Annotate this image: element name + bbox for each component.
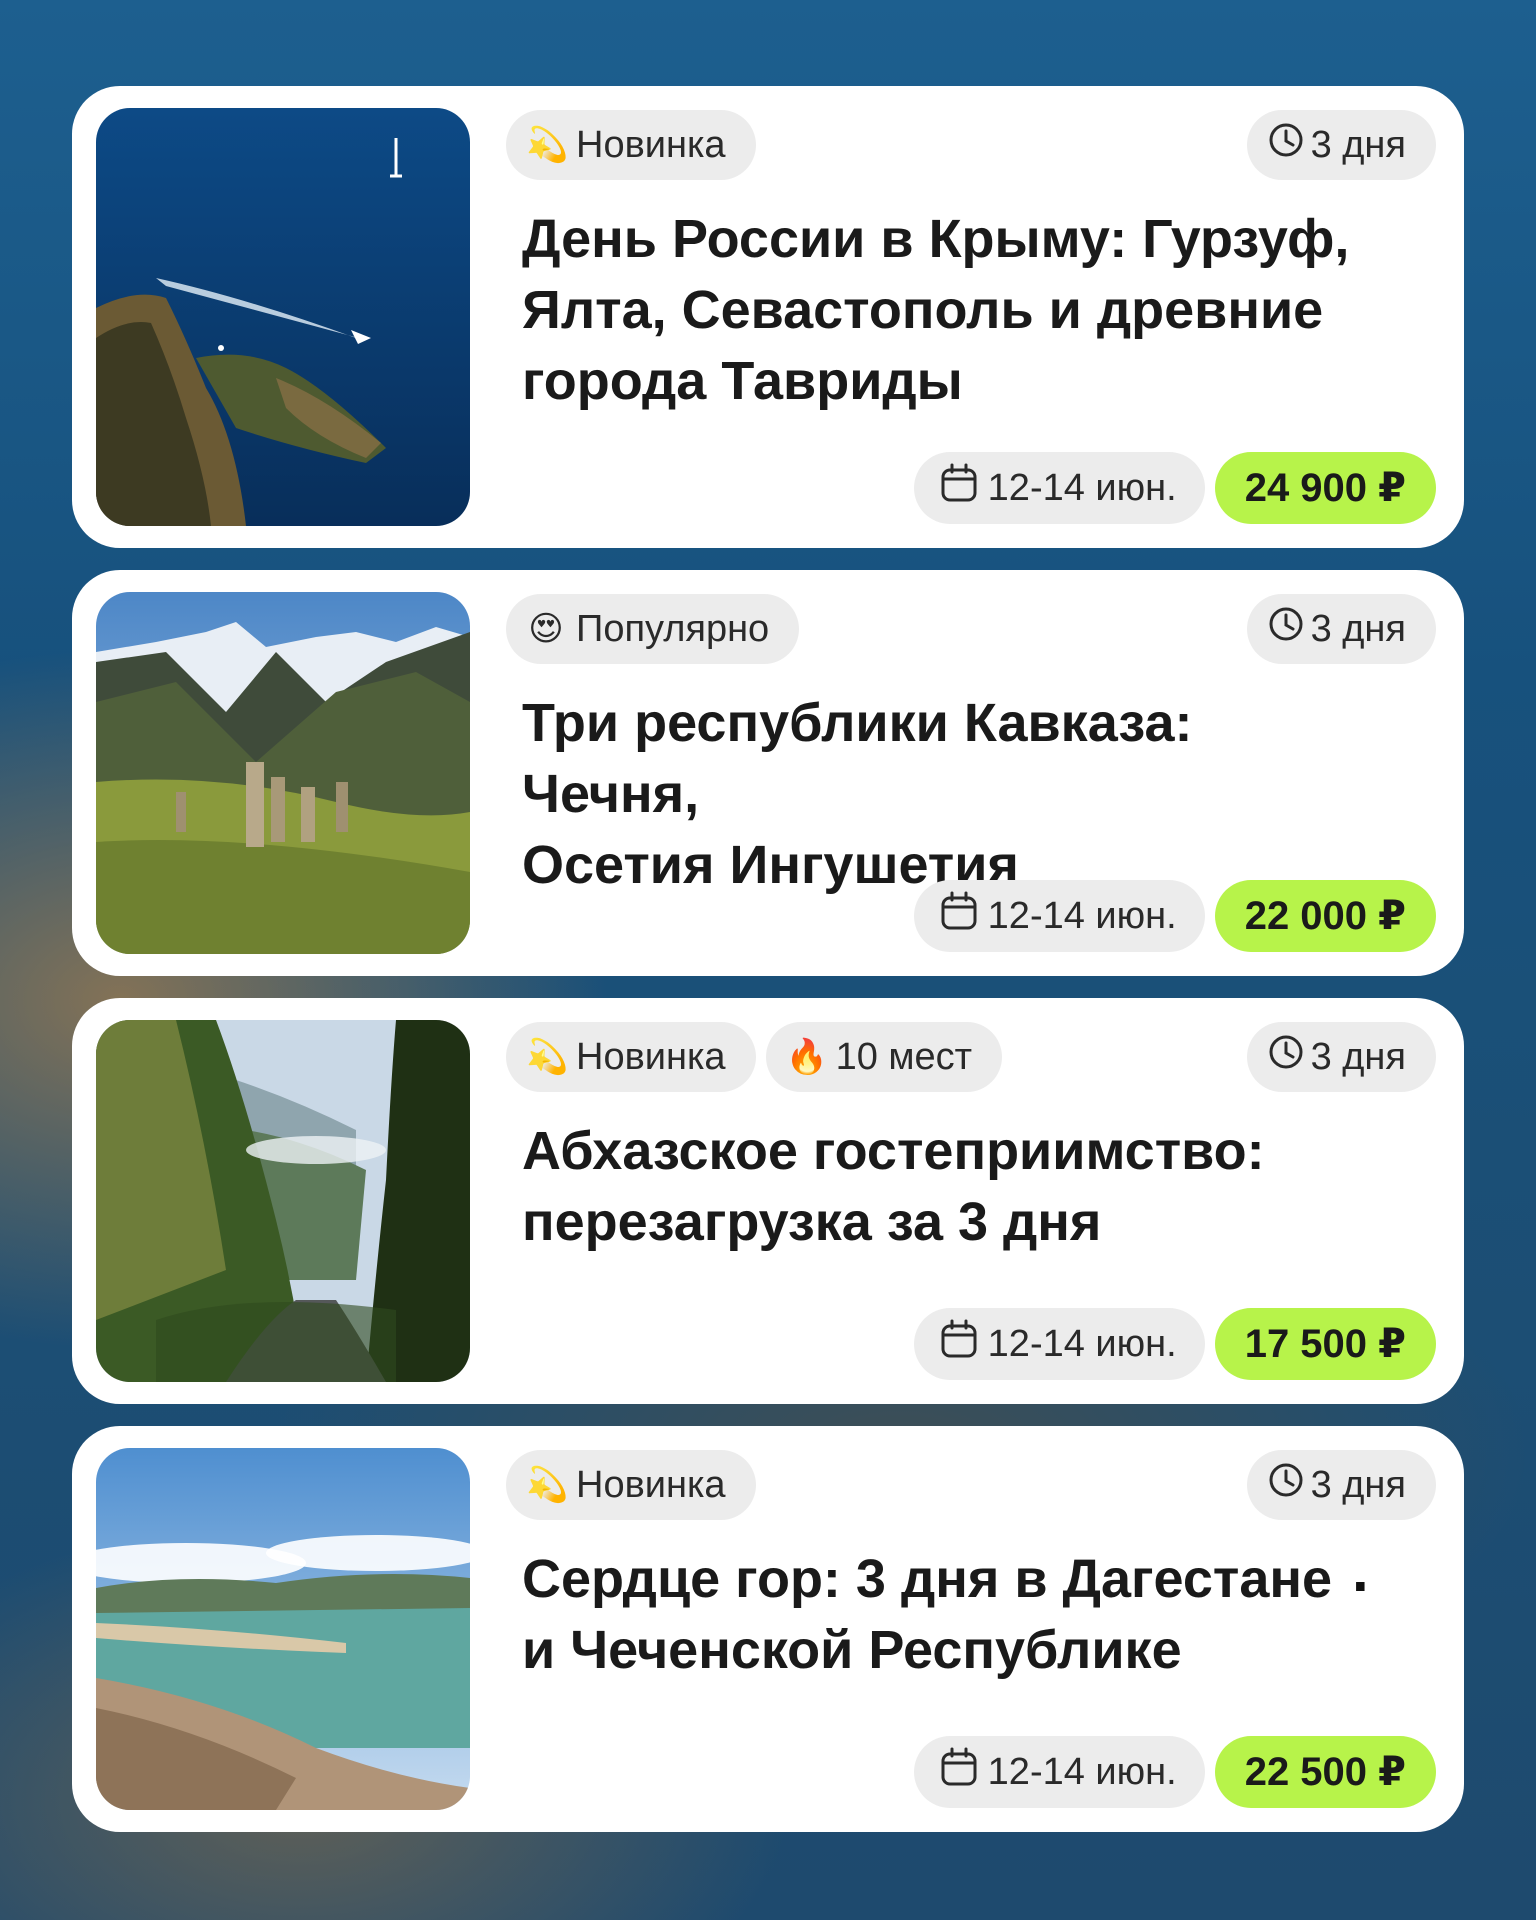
date-badge: 12-14 июн. — [913, 1308, 1205, 1380]
duration-label: 3 дня — [1310, 607, 1406, 650]
tag-list: 💫 Новинка — [506, 110, 756, 180]
tour-meta: 12-14 июн. 24 900 ₽ — [913, 452, 1436, 524]
sparkle-icon: 💫 — [526, 1038, 569, 1076]
date-label: 12-14 июн. — [987, 1322, 1177, 1365]
tag-badge: 😍 Популярно — [506, 594, 800, 664]
tour-title: День России в Крыму: Гурзуф, Ялта, Севас… — [522, 209, 1350, 411]
tag-label: Новинка — [576, 1035, 726, 1078]
clock-icon — [1267, 1033, 1305, 1081]
date-badge: 12-14 июн. — [913, 1736, 1205, 1808]
tour-card[interactable]: 💫 Новинка 🔥 10 мест 3 дня Абхазское гост… — [72, 998, 1464, 1404]
tag-label: Популярно — [576, 607, 770, 650]
duration-badge: 3 дня — [1246, 594, 1436, 664]
duration-label: 3 дня — [1310, 1035, 1406, 1078]
fire-icon: 🔥 — [785, 1038, 828, 1076]
tour-image-mountain-lake — [96, 1448, 470, 1810]
tour-title: Абхазское гостеприимство: перезагрузка з… — [522, 1121, 1265, 1252]
date-label: 12-14 июн. — [987, 466, 1177, 509]
sparkle-icon: 💫 — [526, 1466, 569, 1504]
tour-card[interactable]: 💫 Новинка 3 дня День России в Крыму: Гур… — [72, 86, 1464, 548]
calendar-icon — [940, 891, 978, 941]
heart-eyes-icon: 😍 — [528, 610, 564, 648]
duration-badge: 3 дня — [1246, 110, 1436, 180]
tour-title: Сердце гор: 3 дня в Дагестане и Чеченско… — [522, 1549, 1333, 1680]
tour-image-sea-cliffs — [96, 108, 470, 526]
clock-icon — [1267, 1461, 1305, 1509]
date-label: 12-14 июн. — [987, 894, 1177, 937]
tour-card[interactable]: 😍 Популярно 3 дня Три республики Кавказа… — [72, 570, 1464, 976]
price-badge[interactable]: 22 000 ₽ — [1214, 880, 1436, 952]
tour-meta: 12-14 июн. 22 500 ₽ — [913, 1736, 1436, 1808]
sparkle-icon: 💫 — [526, 126, 569, 164]
tag-label: Новинка — [576, 123, 726, 166]
decorative-dot: . — [1352, 1537, 1369, 1604]
price-badge[interactable]: 17 500 ₽ — [1214, 1308, 1436, 1380]
tag-badge: 💫 Новинка — [506, 1022, 756, 1092]
tag-badge: 💫 Новинка — [506, 1450, 756, 1520]
tag-badge: 🔥 10 мест — [765, 1022, 1003, 1092]
price-badge[interactable]: 24 900 ₽ — [1214, 452, 1436, 524]
tour-image-gorge-road — [96, 1020, 470, 1382]
price-badge[interactable]: 22 500 ₽ — [1214, 1736, 1436, 1808]
tag-badge: 💫 Новинка — [506, 110, 756, 180]
calendar-icon — [940, 1747, 978, 1797]
date-badge: 12-14 июн. — [913, 880, 1205, 952]
tag-list: 💫 Новинка — [506, 1450, 756, 1520]
tour-meta: 12-14 июн. 22 000 ₽ — [913, 880, 1436, 952]
calendar-icon — [940, 1319, 978, 1369]
date-label: 12-14 июн. — [987, 1750, 1177, 1793]
duration-label: 3 дня — [1310, 123, 1406, 166]
duration-badge: 3 дня — [1246, 1022, 1436, 1092]
tour-title: Три республики Кавказа: Чечня, Осетия Ин… — [522, 693, 1193, 895]
tag-label: 10 мест — [835, 1035, 973, 1078]
clock-icon — [1267, 605, 1305, 653]
duration-badge: 3 дня — [1246, 1450, 1436, 1520]
clock-icon — [1267, 121, 1305, 169]
calendar-icon — [940, 463, 978, 513]
tour-image-mountain-towers — [96, 592, 470, 954]
tour-card[interactable]: 💫 Новинка 3 дня Сердце гор: 3 дня в Даге… — [72, 1426, 1464, 1832]
tag-list: 😍 Популярно — [506, 594, 800, 664]
tour-meta: 12-14 июн. 17 500 ₽ — [913, 1308, 1436, 1380]
date-badge: 12-14 июн. — [913, 452, 1205, 524]
tag-list: 💫 Новинка 🔥 10 мест — [506, 1022, 1003, 1092]
tag-label: Новинка — [576, 1463, 726, 1506]
duration-label: 3 дня — [1310, 1463, 1406, 1506]
